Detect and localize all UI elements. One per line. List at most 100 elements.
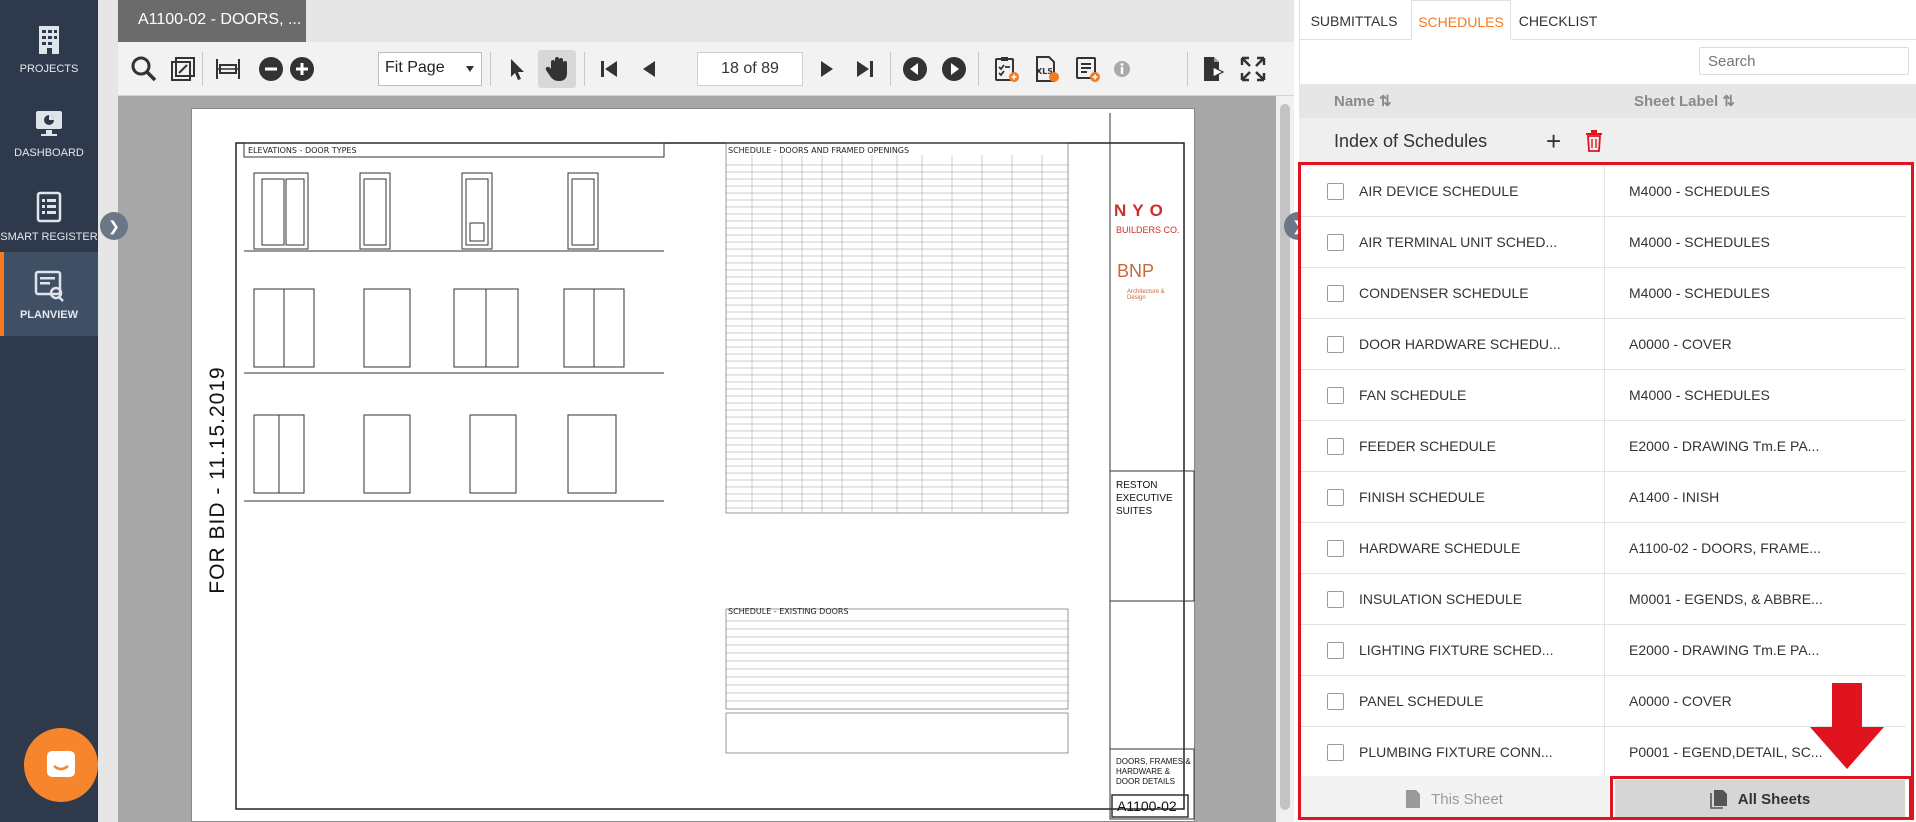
row-checkbox[interactable] bbox=[1327, 285, 1344, 302]
list-item[interactable]: INSULATION SCHEDULE M0001 - EGENDS, & ABB… bbox=[1299, 574, 1906, 625]
last-page-icon bbox=[857, 61, 873, 77]
export-pdf-button[interactable] bbox=[1194, 50, 1232, 88]
next-page-button[interactable] bbox=[808, 50, 846, 88]
sheet-label[interactable]: E2000 - DRAWING Tm.E PA... bbox=[1629, 642, 1819, 658]
row-checkbox[interactable] bbox=[1327, 693, 1344, 710]
schedule-name: AIR TERMINAL UNIT SCHED... bbox=[1359, 234, 1558, 250]
fit-width-button[interactable] bbox=[209, 50, 247, 88]
pan-tool-button[interactable] bbox=[538, 50, 576, 88]
sheet-label[interactable]: A0000 - COVER bbox=[1629, 336, 1732, 352]
row-checkbox[interactable] bbox=[1327, 489, 1344, 506]
nav-planview[interactable]: PLANVIEW bbox=[0, 252, 98, 336]
this-sheet-button[interactable]: This Sheet bbox=[1299, 776, 1609, 822]
list-item[interactable]: DOOR HARDWARE SCHEDU... A0000 - COVER bbox=[1299, 319, 1906, 370]
prev-page-button[interactable] bbox=[630, 50, 668, 88]
nav-label-smart-register: SMART REGISTER bbox=[0, 230, 98, 243]
plus-icon: + bbox=[1546, 126, 1562, 156]
drawing-sheet: ELEVATIONS - DOOR TYPES SCHEDULE - DOORS… bbox=[191, 108, 1195, 822]
list-item[interactable]: FINISH SCHEDULE A1400 - INISH bbox=[1299, 472, 1906, 523]
scrollbar-thumb[interactable] bbox=[1280, 104, 1290, 810]
bnp-logo-subtitle: Architecture & Design bbox=[1127, 289, 1165, 301]
schedule-name: INSULATION SCHEDULE bbox=[1359, 591, 1523, 607]
nav-projects[interactable]: PROJECTS bbox=[0, 6, 98, 90]
row-checkbox[interactable] bbox=[1327, 591, 1344, 608]
sheet-label[interactable]: M4000 - SCHEDULES bbox=[1629, 183, 1770, 199]
tab-schedules[interactable]: SCHEDULES bbox=[1411, 0, 1511, 40]
next-page-icon bbox=[821, 61, 833, 77]
page-number-input[interactable]: 18 of 89 bbox=[697, 52, 803, 86]
sheet-label[interactable]: M4000 - SCHEDULES bbox=[1629, 234, 1770, 250]
schedule-name: PLUMBING FIXTURE CONN... bbox=[1359, 744, 1553, 760]
prev-page-icon bbox=[643, 61, 655, 77]
fit-window-icon bbox=[171, 57, 195, 81]
sheet-label[interactable]: M0001 - EGENDS, & ABBRE... bbox=[1629, 591, 1823, 607]
register-icon bbox=[36, 191, 62, 222]
index-header: Index of Schedules + bbox=[1299, 118, 1916, 166]
fullscreen-button[interactable] bbox=[1234, 50, 1272, 88]
sheet-label[interactable]: P0001 - EGEND,DETAIL, SC... bbox=[1629, 744, 1822, 760]
sheet-label[interactable]: A1100-02 - DOORS, FRAME... bbox=[1629, 540, 1821, 556]
chat-launcher-button[interactable] bbox=[24, 728, 98, 802]
sheet-number: A1100-02 bbox=[1117, 798, 1177, 814]
list-item[interactable]: LIGHTING FIXTURE SCHED... E2000 - DRAWING… bbox=[1299, 625, 1906, 676]
prev-sheet-button[interactable] bbox=[896, 50, 934, 88]
next-sheet-button[interactable] bbox=[935, 50, 973, 88]
builders-logo-text: BUILDERS CO. bbox=[1116, 225, 1180, 235]
all-sheets-button[interactable]: All Sheets bbox=[1615, 780, 1905, 818]
tab-checklist[interactable]: CHECKLIST bbox=[1517, 0, 1599, 40]
search-input[interactable] bbox=[1699, 47, 1909, 75]
left-nav: PROJECTS DASHBOARD SMART REGISTER PLANVI… bbox=[0, 0, 98, 822]
row-checkbox[interactable] bbox=[1327, 540, 1344, 557]
sheet-label[interactable]: A1400 - INISH bbox=[1629, 489, 1719, 505]
zoom-select[interactable]: Fit Page bbox=[378, 52, 482, 86]
bnp-logo: BNP bbox=[1117, 261, 1155, 281]
row-checkbox[interactable] bbox=[1327, 387, 1344, 404]
row-checkbox[interactable] bbox=[1327, 744, 1344, 761]
fit-window-button[interactable] bbox=[164, 50, 202, 88]
row-checkbox[interactable] bbox=[1327, 183, 1344, 200]
sheet-filter-bar: This Sheet All Sheets bbox=[1299, 776, 1909, 822]
nav-smart-register[interactable]: SMART REGISTER bbox=[0, 174, 98, 258]
row-checkbox[interactable] bbox=[1327, 642, 1344, 659]
schedule-name: FAN SCHEDULE bbox=[1359, 387, 1467, 403]
schedule-name: CONDENSER SCHEDULE bbox=[1359, 285, 1529, 301]
sheet-label[interactable]: M4000 - SCHEDULES bbox=[1629, 387, 1770, 403]
last-page-button[interactable] bbox=[846, 50, 884, 88]
column-name-sort[interactable]: Name ⇅ bbox=[1334, 92, 1392, 110]
add-schedule-button[interactable]: + bbox=[1546, 126, 1561, 157]
sheet-label[interactable]: E2000 - DRAWING Tm.E PA... bbox=[1629, 438, 1819, 454]
select-tool-button[interactable] bbox=[498, 50, 536, 88]
row-checkbox[interactable] bbox=[1327, 336, 1344, 353]
list-item[interactable]: FEEDER SCHEDULE E2000 - DRAWING Tm.E PA..… bbox=[1299, 421, 1906, 472]
info-button[interactable] bbox=[1103, 50, 1141, 88]
search-tool-button[interactable] bbox=[125, 50, 163, 88]
collapse-left-button[interactable]: ❯ bbox=[100, 212, 128, 240]
building-icon bbox=[39, 25, 59, 54]
app: PROJECTS DASHBOARD SMART REGISTER PLANVI… bbox=[0, 0, 1916, 822]
xls-icon: XLS bbox=[1036, 56, 1059, 82]
list-item[interactable]: HARDWARE SCHEDULE A1100-02 - DOORS, FRAME… bbox=[1299, 523, 1906, 574]
list-item[interactable]: FAN SCHEDULE M4000 - SCHEDULES bbox=[1299, 370, 1906, 421]
column-divider bbox=[1604, 676, 1605, 727]
nav-dashboard[interactable]: DASHBOARD bbox=[0, 90, 98, 174]
column-sheet-label-sort[interactable]: Sheet Label ⇅ bbox=[1634, 92, 1735, 110]
delete-button[interactable] bbox=[1585, 130, 1603, 152]
sheet-label[interactable]: M4000 - SCHEDULES bbox=[1629, 285, 1770, 301]
add-sheet-button[interactable] bbox=[1068, 50, 1106, 88]
list-item[interactable]: AIR TERMINAL UNIT SCHED... M4000 - SCHEDU… bbox=[1299, 217, 1906, 268]
row-checkbox[interactable] bbox=[1327, 438, 1344, 455]
index-title: Index of Schedules bbox=[1334, 131, 1488, 151]
add-checklist-button[interactable] bbox=[987, 50, 1025, 88]
export-xls-button[interactable]: XLS bbox=[1027, 50, 1065, 88]
list-item[interactable]: AIR DEVICE SCHEDULE M4000 - SCHEDULES bbox=[1299, 166, 1906, 217]
sheet-label[interactable]: A0000 - COVER bbox=[1629, 693, 1732, 709]
document-tab[interactable]: A1100-02 - DOORS, ... bbox=[118, 0, 306, 42]
row-checkbox[interactable] bbox=[1327, 234, 1344, 251]
first-page-button[interactable] bbox=[590, 50, 628, 88]
zoom-select-value: Fit Page bbox=[385, 59, 445, 76]
project-name: RESTON EXECUTIVE SUITES bbox=[1116, 480, 1173, 517]
zoom-in-button[interactable] bbox=[283, 50, 321, 88]
first-page-icon bbox=[601, 61, 617, 77]
list-item[interactable]: CONDENSER SCHEDULE M4000 - SCHEDULES bbox=[1299, 268, 1906, 319]
tab-submittals[interactable]: SUBMITTALS bbox=[1307, 0, 1401, 40]
